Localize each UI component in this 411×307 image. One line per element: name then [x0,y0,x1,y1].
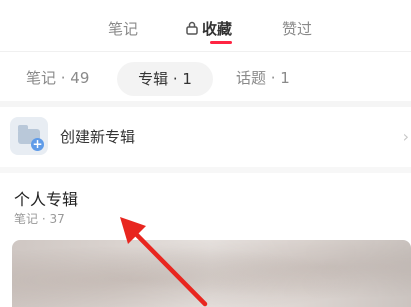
album-note-count: 笔记 · 37 [14,212,65,226]
sub-tab-bar: 笔记 · 49 专辑 · 1 话题 · 1 [0,58,411,100]
active-tab-indicator [210,41,232,44]
top-tab-bar: 笔记 收藏 赞过 [0,0,411,56]
tab-liked[interactable]: 赞过 [282,18,312,39]
subtab-notes[interactable]: 笔记 · 49 [26,58,89,98]
album-cover-image[interactable] [12,240,411,307]
tab-favorites[interactable]: 收藏 [186,18,232,39]
tab-notes[interactable]: 笔记 [108,18,138,39]
create-album-row[interactable]: + 创建新专辑 › [10,115,411,161]
album-title: 个人专辑 [14,190,79,209]
chevron-right-icon: › [402,127,409,146]
lock-icon [186,21,198,35]
tab-favorites-label: 收藏 [202,20,233,38]
create-album-label: 创建新专辑 [60,128,136,146]
separator-band [0,167,411,173]
divider [0,51,411,52]
separator-band [0,101,411,107]
subtab-albums[interactable]: 专辑 · 1 [117,62,213,96]
folder-add-icon: + [10,117,48,155]
subtab-topics[interactable]: 话题 · 1 [236,58,290,98]
